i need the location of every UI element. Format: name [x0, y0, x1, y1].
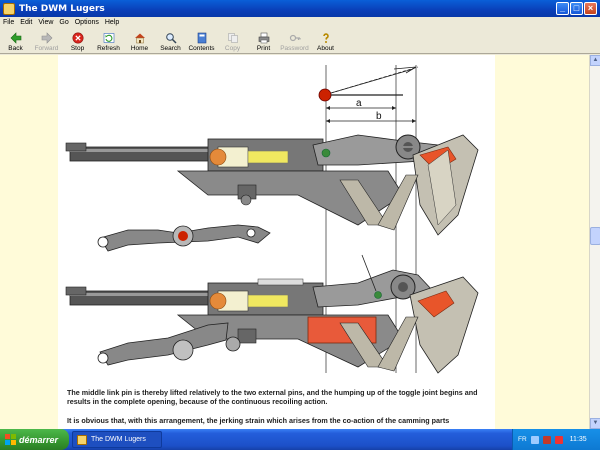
menu-view[interactable]: View — [38, 19, 53, 26]
home-button[interactable]: Home — [124, 28, 155, 54]
pin-marker-red — [318, 88, 332, 102]
system-tray: FR 11:35 — [512, 429, 600, 450]
copy-button[interactable]: Copy — [217, 28, 248, 54]
menu-edit[interactable]: Edit — [20, 19, 32, 26]
paragraph-1: The middle link pin is thereby lifted re… — [67, 388, 478, 406]
forward-button[interactable]: Forward — [31, 28, 62, 54]
menu-help[interactable]: Help — [105, 19, 119, 26]
language-indicator[interactable]: FR — [518, 436, 527, 443]
antivirus-icon[interactable] — [542, 435, 551, 444]
print-button[interactable]: Print — [248, 28, 279, 54]
maximize-button[interactable]: □ — [570, 2, 583, 15]
scroll-down-button[interactable]: ▼ — [590, 418, 600, 429]
about-button[interactable]: About — [310, 28, 341, 54]
print-icon — [258, 32, 270, 44]
dimension-a-label: a — [356, 98, 362, 109]
luger-toggle-diagram: a b — [65, 65, 479, 374]
toolbar: Back Forward Stop Refresh Home Search Co… — [0, 28, 600, 54]
stop-button[interactable]: Stop — [62, 28, 93, 54]
paragraph-2: It is obvious that, with this arrangemen… — [67, 416, 450, 425]
menu-options[interactable]: Options — [75, 19, 99, 26]
menu-file[interactable]: File — [3, 19, 14, 26]
forward-arrow-icon — [41, 32, 53, 44]
mail-icon[interactable] — [554, 435, 563, 444]
vertical-scrollbar[interactable]: ▲ ▼ — [589, 55, 600, 429]
refresh-icon — [103, 32, 115, 44]
contents-button[interactable]: Contents — [186, 28, 217, 54]
window-title: The DWM Lugers — [19, 3, 105, 14]
title-bar[interactable]: The DWM Lugers _ □ × — [0, 0, 600, 17]
scroll-thumb[interactable] — [590, 227, 600, 245]
password-button[interactable]: Password — [279, 28, 310, 54]
help-window: The DWM Lugers _ □ × File Edit View Go O… — [0, 0, 600, 429]
windows-logo-icon — [5, 434, 16, 445]
help-book-icon — [3, 2, 15, 15]
start-button[interactable]: démarrer — [0, 429, 69, 450]
stop-icon — [72, 32, 84, 44]
search-icon — [165, 32, 177, 44]
minimize-button[interactable]: _ — [556, 2, 569, 15]
network-icon[interactable] — [530, 435, 539, 444]
toggle-link-separate — [97, 224, 271, 252]
clock[interactable]: 11:35 — [570, 436, 587, 443]
content-pane: a b The middle link pin is thereby lifte… — [0, 55, 589, 429]
contents-icon — [196, 32, 208, 44]
taskbar: démarrer The DWM Lugers FR 11:35 — [0, 429, 600, 450]
scroll-up-button[interactable]: ▲ — [590, 55, 600, 66]
help-book-icon — [77, 434, 87, 445]
refresh-button[interactable]: Refresh — [93, 28, 124, 54]
taskbar-item-dwm-lugers[interactable]: The DWM Lugers — [72, 431, 162, 448]
close-button[interactable]: × — [584, 2, 597, 15]
menu-go[interactable]: Go — [59, 19, 68, 26]
dimension-b-label: b — [376, 111, 382, 122]
menu-bar: File Edit View Go Options Help — [0, 17, 600, 28]
home-icon — [134, 32, 146, 44]
page: a b The middle link pin is thereby lifte… — [58, 55, 495, 429]
back-button[interactable]: Back — [0, 28, 31, 54]
back-arrow-icon — [10, 32, 22, 44]
copy-icon — [227, 32, 239, 44]
password-icon — [289, 32, 301, 44]
search-button[interactable]: Search — [155, 28, 186, 54]
about-icon — [320, 32, 332, 44]
